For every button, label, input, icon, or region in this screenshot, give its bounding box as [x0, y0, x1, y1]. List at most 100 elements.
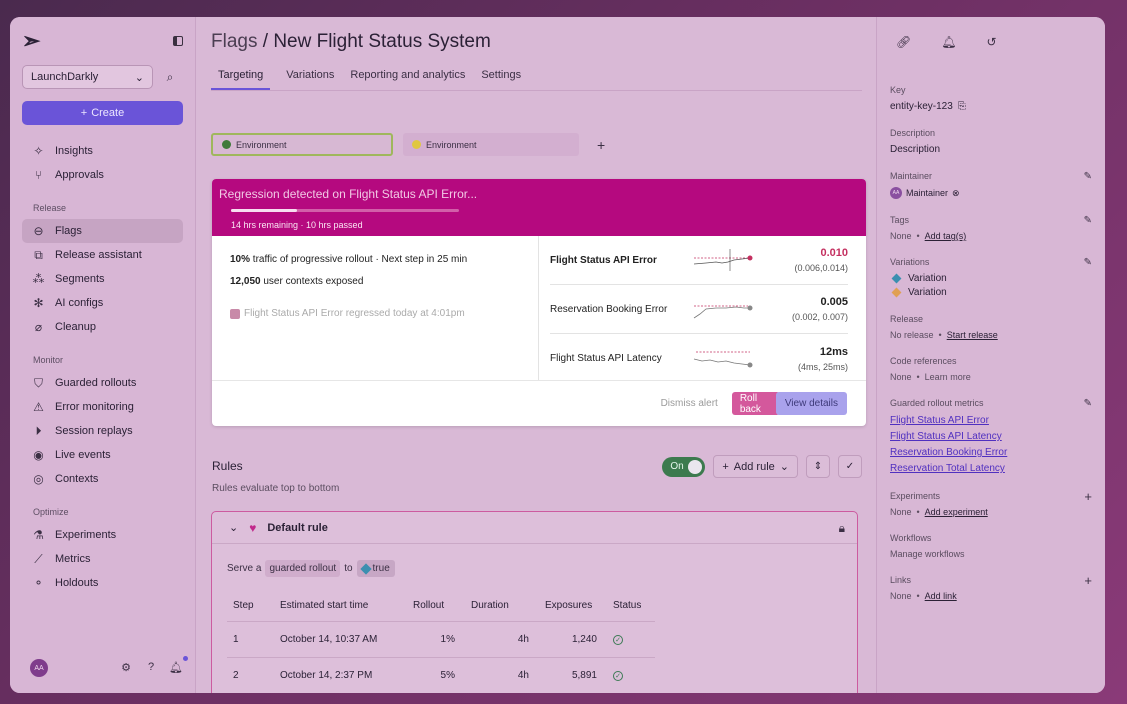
fingerprint-icon: ◎	[33, 472, 44, 486]
default-rule-title: Default rule	[267, 521, 328, 534]
variation-pill[interactable]: true	[356, 560, 395, 577]
sidebar-item-metrics[interactable]: ⟋ Metrics	[22, 547, 183, 571]
breadcrumb[interactable]: Flags	[211, 31, 257, 52]
metric-value: 0.010	[820, 247, 848, 259]
metric-link[interactable]: Reservation Total Latency	[890, 462, 1092, 475]
regression-alert: Regression detected on Flight Status API…	[212, 179, 866, 426]
sparkline-icon	[693, 351, 753, 367]
gear-icon[interactable]: ⚙	[119, 661, 133, 675]
start-release-link[interactable]: Start release	[947, 330, 998, 340]
help-icon[interactable]: ?	[144, 661, 158, 675]
sidebar-item-release-assistant[interactable]: ⧉ Release assistant	[22, 243, 183, 267]
ai-icon: ✻	[33, 296, 44, 310]
targeting-toggle[interactable]: On	[662, 456, 706, 477]
collapse-all-icon[interactable]: ⇕	[806, 455, 830, 478]
add-link-icon[interactable]: +	[1084, 573, 1092, 588]
exposures-cell: 1,240	[539, 621, 607, 658]
maintainer-chip[interactable]: AA Maintainer ⊗	[890, 187, 960, 199]
radio-icon: ◉	[33, 448, 44, 462]
table-row: 2 October 14, 2:37 PM 5% 4h 5,891 ✓	[227, 657, 655, 693]
chevron-down-icon[interactable]: ⌄	[229, 521, 238, 534]
add-environment-icon[interactable]: +	[597, 137, 605, 153]
sidebar-item-label: Flags	[55, 225, 82, 237]
lock-icon[interactable]: 🔒︎	[839, 521, 845, 536]
progress-fill	[231, 209, 298, 212]
sidebar-item-segments[interactable]: ⁂ Segments	[22, 267, 183, 291]
avatar[interactable]: AA	[30, 659, 48, 677]
project-select[interactable]: LaunchDarkly ⌄	[22, 65, 153, 89]
remove-icon[interactable]: ⊗	[952, 188, 960, 199]
edit-tags-icon[interactable]: ✎	[1084, 215, 1092, 226]
add-experiment-icon[interactable]: +	[1084, 489, 1092, 504]
sidebar-item-flags[interactable]: ⊖ Flags	[22, 219, 183, 243]
sidebar-item-label: Experiments	[55, 529, 117, 541]
sidebar-item-live-events[interactable]: ◉ Live events	[22, 443, 183, 467]
metric-link[interactable]: Flight Status API Latency	[890, 430, 1092, 443]
metric-link[interactable]: Flight Status API Error	[890, 414, 1092, 427]
sidebar-item-holdouts[interactable]: ⚬ Holdouts	[22, 571, 183, 595]
environment-chip[interactable]: Environment	[211, 133, 393, 156]
add-experiment-link[interactable]: Add experiment	[925, 507, 988, 517]
create-button[interactable]: + Create	[22, 101, 183, 125]
sidebar-item-experiments[interactable]: ⚗ Experiments	[22, 523, 183, 547]
status-check-icon: ✓	[613, 635, 623, 645]
add-tags-link[interactable]: Add tag(s)	[925, 231, 967, 241]
sidebar-item-insights[interactable]: ✧ Insights	[22, 139, 183, 163]
edit-metrics-icon[interactable]: ✎	[1084, 398, 1092, 409]
broom-icon: ⌀	[34, 320, 43, 334]
sidebar-item-label: Segments	[55, 273, 105, 285]
tab-variations[interactable]: Variations	[286, 65, 334, 90]
shield-icon: ⛉	[33, 375, 43, 390]
metric-row[interactable]: Flight Status API Error 0.010 (0.006,0.0…	[550, 236, 848, 285]
history-icon[interactable]: ↺	[986, 35, 996, 49]
tab-settings[interactable]: Settings	[481, 65, 521, 90]
add-link-link[interactable]: Add link	[925, 591, 957, 601]
review-check-icon[interactable]: ✓	[838, 455, 862, 478]
collapse-sidebar-icon[interactable]	[173, 36, 183, 46]
sidebar-item-ai-configs[interactable]: ✻ AI configs	[22, 291, 183, 315]
add-rule-button[interactable]: + Add rule ⌄	[713, 455, 798, 478]
layers-icon: ⧉	[34, 247, 43, 262]
link-icon[interactable]: 🔗︎	[896, 35, 911, 49]
release-none: No release	[890, 330, 934, 340]
rollout-progress-bar	[231, 209, 459, 212]
sidebar-item-contexts[interactable]: ◎ Contexts	[22, 467, 183, 491]
bell-icon[interactable]: 🔔︎	[169, 656, 188, 675]
rollout-type-pill[interactable]: guarded rollout	[265, 560, 341, 577]
metric-name: Flight Status API Latency	[550, 353, 662, 364]
environment-chip[interactable]: Environment	[403, 133, 579, 156]
bell-plus-icon[interactable]: 🔔︎	[941, 35, 956, 49]
manage-workflows-link[interactable]: Manage workflows	[890, 549, 965, 559]
sidebar-item-error-monitoring[interactable]: ⚠ Error monitoring	[22, 395, 183, 419]
metric-row[interactable]: Reservation Booking Error 0.005 (0.002, …	[550, 285, 848, 334]
metric-range: (4ms, 25ms)	[797, 361, 848, 372]
sidebar-item-session-replays[interactable]: ⏵ Session replays	[22, 419, 183, 443]
sidebar-item-label: Holdouts	[55, 577, 99, 589]
sidebar-item-label: Metrics	[55, 553, 91, 565]
regression-event: Flight Status API Error regressed today …	[230, 308, 538, 319]
environment-label: Environment	[236, 139, 287, 150]
tab-reporting[interactable]: Reporting and analytics	[350, 65, 465, 90]
metric-link[interactable]: Reservation Booking Error	[890, 446, 1092, 459]
diamond-icon	[891, 273, 902, 284]
variation-value: true	[372, 563, 390, 574]
view-details-button[interactable]: View details	[775, 392, 847, 415]
search-icon[interactable]: ⌕	[161, 68, 179, 86]
copy-icon[interactable]: ⎘	[958, 101, 966, 112]
roll-back-button[interactable]: Roll back	[731, 392, 780, 415]
key-label: Key	[890, 85, 906, 95]
sidebar-item-cleanup[interactable]: ⌀ Cleanup	[22, 315, 183, 339]
maintainer-avatar: AA	[890, 187, 902, 199]
edit-variations-icon[interactable]: ✎	[1084, 257, 1092, 268]
edit-maintainer-icon[interactable]: ✎	[1084, 171, 1092, 182]
launchdarkly-logo-icon[interactable]: ➣	[22, 28, 40, 54]
sidebar-item-label: Insights	[55, 145, 93, 157]
description-value[interactable]: Description	[890, 144, 1092, 155]
learn-more-link[interactable]: Learn more	[925, 372, 971, 382]
tab-targeting[interactable]: Targeting	[211, 65, 271, 90]
sidebar-item-guarded-rollouts[interactable]: ⛉ Guarded rollouts	[22, 371, 183, 395]
sidebar-item-approvals[interactable]: ⑂ Approvals	[22, 163, 183, 187]
tags-label: Tags	[890, 215, 910, 225]
metric-row[interactable]: Flight Status API Latency 12ms (4ms, 25m…	[550, 334, 848, 383]
dismiss-alert-button[interactable]: Dismiss alert	[661, 398, 718, 409]
